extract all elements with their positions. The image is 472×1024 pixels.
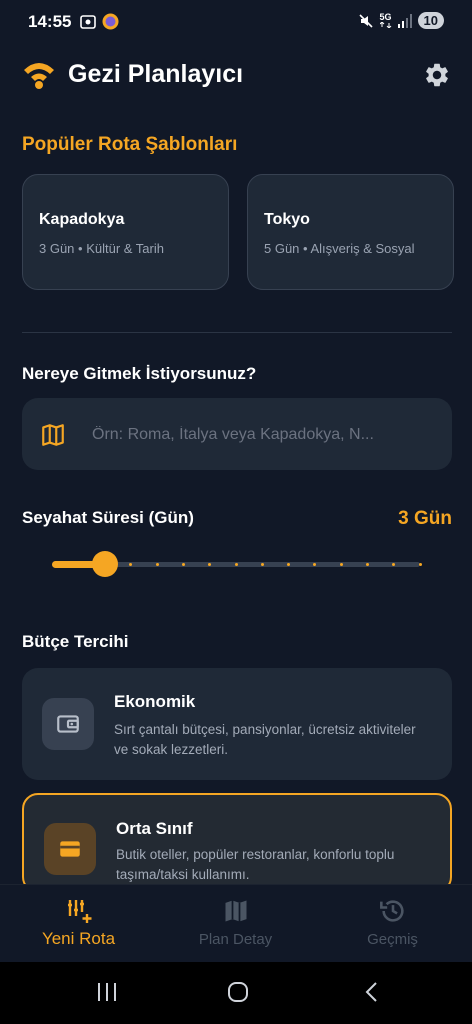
battery-indicator: 10: [417, 12, 444, 29]
budget-option-desc: Butik oteller, popüler restoranlar, konf…: [116, 847, 395, 882]
system-navigation-bar: [0, 962, 472, 1024]
wallet-icon: [60, 841, 80, 857]
section-divider: [22, 332, 452, 333]
destination-field[interactable]: [22, 398, 452, 470]
app-header: Gezi Planlayıcı: [0, 46, 472, 106]
duration-value: 3 Gün: [398, 508, 452, 529]
budget-label: Bütçe Tercihi: [22, 632, 129, 651]
template-meta: 3 Gün • Kültür & Tarih: [39, 241, 164, 256]
wallet-icon: [57, 715, 79, 733]
nav-label: Geçmiş: [367, 931, 418, 948]
slider-tick: [339, 563, 343, 566]
wifi-logo-icon: [22, 58, 56, 95]
nav-item-yeni-rota[interactable]: Yeni Rota: [0, 885, 157, 963]
nav-item-plan-detay[interactable]: Plan Detay: [157, 885, 314, 963]
status-notification-icons: [80, 13, 119, 30]
add-route-icon: [65, 897, 93, 925]
recent-apps-icon: [98, 983, 116, 1001]
network-type: 5G: [379, 12, 392, 22]
duration-label: Seyahat Süresi (Gün): [22, 508, 194, 527]
slider-tick: [181, 563, 185, 566]
budget-option-desc: Sırt çantalı bütçesi, pansiyonlar, ücret…: [114, 722, 416, 757]
budget-option-ekonomik[interactable]: Ekonomik Sırt çantalı bütçesi, pansiyonl…: [22, 668, 452, 780]
status-time: 14:55: [28, 12, 72, 31]
screenshot-icon: [80, 14, 96, 29]
app-notification-icon: [102, 13, 119, 30]
budget-icon-box: [44, 823, 96, 875]
signal-icon: [397, 13, 412, 28]
slider-tick: [155, 563, 159, 566]
back-button[interactable]: [362, 980, 382, 1009]
mute-icon: [358, 13, 373, 28]
budget-option-orta-sinif[interactable]: Orta Sınıf Butik oteller, popüler restor…: [22, 793, 452, 893]
template-meta: 5 Gün • Alışveriş & Sosyal: [264, 241, 415, 256]
destination-input[interactable]: [90, 420, 434, 450]
slider-tick: [418, 563, 422, 566]
home-button[interactable]: [226, 980, 250, 1009]
budget-icon-box: [42, 698, 94, 750]
nav-label: Yeni Rota: [41, 929, 116, 948]
status-bar: 14:55 5G 10: [0, 0, 472, 44]
network-indicator: 5G: [379, 12, 392, 28]
bottom-navigation: Yeni Rota Plan Detay Geçmiş: [0, 884, 472, 963]
slider-thumb[interactable]: [91, 551, 118, 577]
slider-tick: [234, 563, 238, 566]
template-name: Tokyo: [264, 211, 310, 228]
status-right-icons: 5G 10: [358, 12, 444, 29]
nav-item-gecmis[interactable]: Geçmiş: [314, 885, 471, 963]
recent-apps-button[interactable]: [96, 980, 118, 1009]
nav-label: Plan Detay: [198, 931, 273, 948]
map-icon: [40, 422, 66, 453]
app-title: Gezi Planlayıcı: [68, 60, 244, 88]
settings-button[interactable]: [420, 58, 454, 92]
template-name: Kapadokya: [39, 211, 125, 228]
budget-option-title: Orta Sınıf: [116, 819, 193, 838]
back-icon: [365, 982, 377, 1002]
gear-icon: [426, 63, 448, 87]
template-card-tokyo[interactable]: Tokyo 5 Gün • Alışveriş & Sosyal: [247, 174, 454, 290]
destination-label: Nereye Gitmek İstiyorsunuz?: [22, 364, 257, 383]
templates-section-title: Popüler Rota Şablonları: [22, 134, 238, 155]
map-icon: [222, 897, 250, 925]
template-card-kapadokya[interactable]: Kapadokya 3 Gün • Kültür & Tarih: [22, 174, 229, 290]
slider-tick: [260, 563, 264, 566]
templates-carousel[interactable]: Kapadokya 3 Gün • Kültür & Tarih Tokyo 5…: [22, 174, 472, 292]
history-icon: [379, 897, 407, 925]
home-icon: [228, 982, 248, 1002]
duration-slider[interactable]: [52, 550, 422, 578]
budget-option-title: Ekonomik: [114, 692, 196, 711]
slider-tick: [365, 563, 369, 566]
data-arrows-icon: [379, 22, 391, 28]
